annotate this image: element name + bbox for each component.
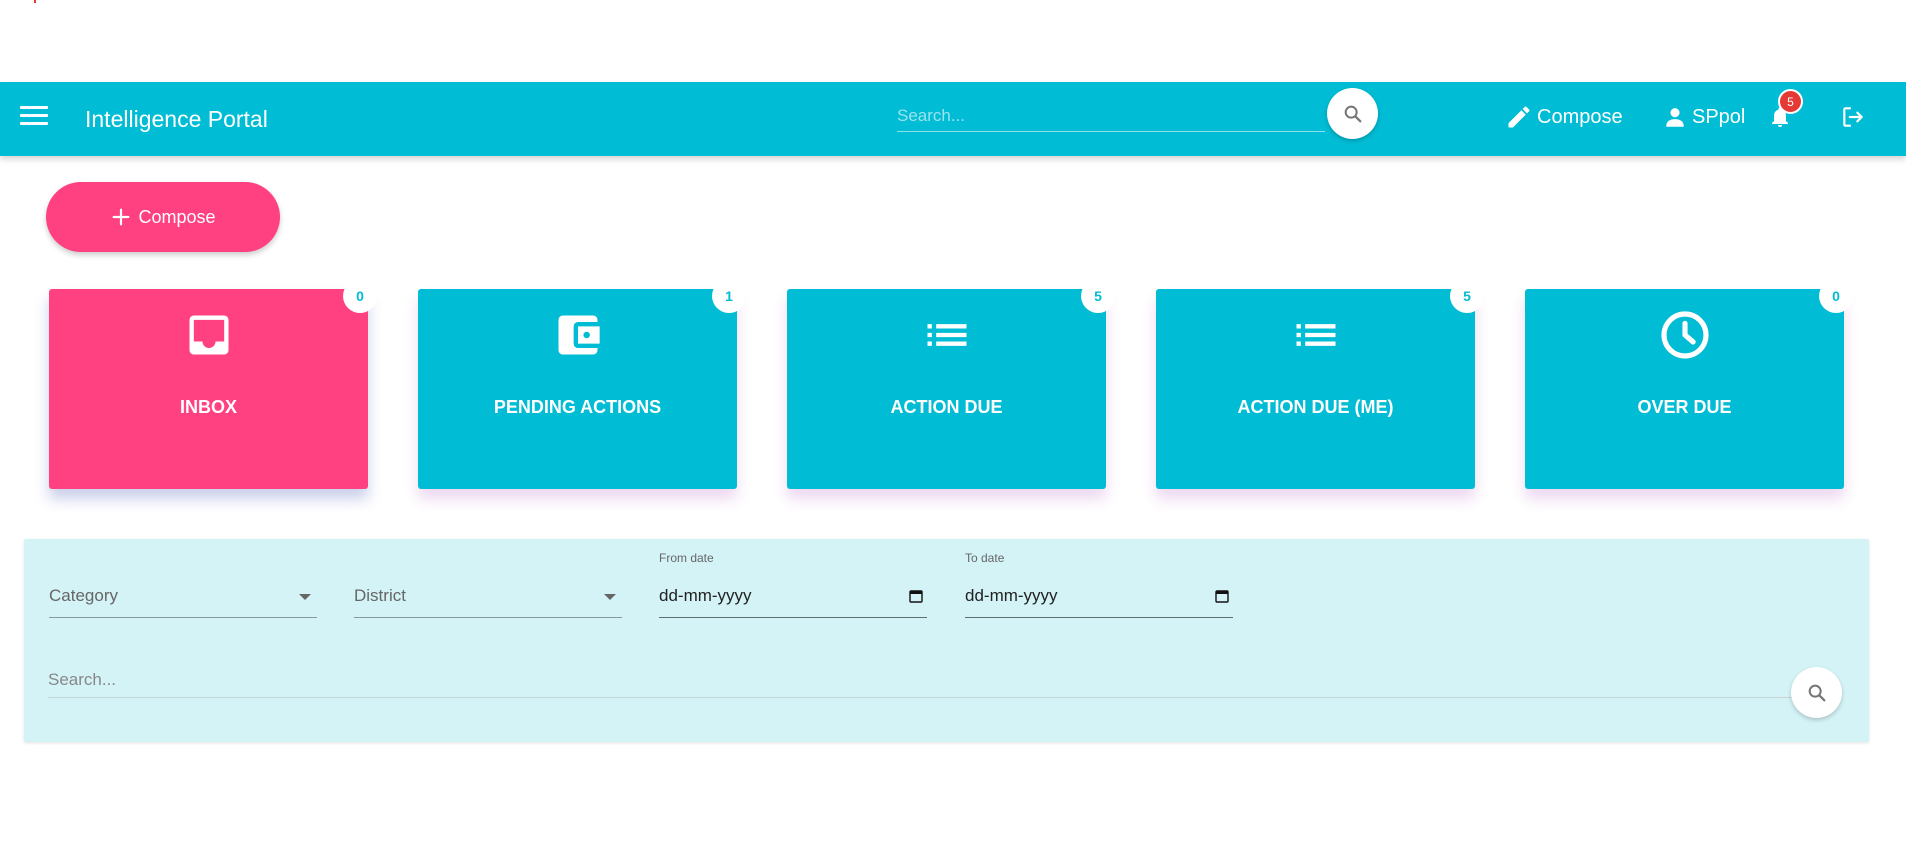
clock-icon bbox=[1660, 311, 1709, 359]
top-search-input[interactable] bbox=[897, 100, 1325, 132]
to-date-value: dd-mm-yyyy bbox=[965, 586, 1058, 605]
notification-badge: 5 bbox=[1778, 89, 1803, 114]
logout-button[interactable] bbox=[1840, 99, 1870, 135]
person-icon bbox=[1666, 108, 1684, 127]
dropdown-arrow-icon bbox=[299, 594, 311, 600]
tile-icon-wrap bbox=[1525, 307, 1844, 363]
category-select[interactable]: Category bbox=[49, 576, 317, 618]
menu-icon-bar bbox=[20, 122, 48, 125]
list-icon bbox=[927, 324, 966, 346]
tile-count-badge: 0 bbox=[1819, 279, 1853, 313]
tile-label: OVER DUE bbox=[1637, 397, 1732, 417]
search-icon bbox=[1808, 684, 1825, 701]
from-date-value: dd-mm-yyyy bbox=[659, 586, 752, 605]
compose-button-label: Compose bbox=[138, 206, 216, 227]
tile-label: ACTION DUE (ME) bbox=[1237, 397, 1394, 417]
from-date-label: From date bbox=[659, 551, 714, 565]
tile-label: PENDING ACTIONS bbox=[493, 397, 662, 417]
tile-pending-actions[interactable]: PENDING ACTIONS 1 bbox=[418, 279, 746, 489]
tile-label: INBOX bbox=[179, 397, 237, 417]
to-date-field[interactable]: To date dd-mm-yyyy bbox=[965, 551, 1233, 618]
tile-icon-wrap bbox=[1156, 307, 1475, 363]
tile-count-badge: 5 bbox=[1450, 279, 1484, 313]
tile-action-due[interactable]: ACTION DUE 5 bbox=[787, 279, 1115, 489]
tile-icon-wrap bbox=[418, 307, 737, 363]
tile-count-badge: 0 bbox=[343, 279, 377, 313]
app-title: Intelligence Portal bbox=[85, 106, 268, 132]
logout-icon bbox=[1843, 107, 1863, 127]
district-select[interactable]: District bbox=[354, 576, 622, 618]
tile-inbox[interactable]: INBOX 0 bbox=[49, 279, 377, 489]
plus-icon bbox=[113, 208, 130, 226]
wallet-icon bbox=[558, 315, 600, 355]
tile-icon-wrap bbox=[787, 307, 1106, 363]
user-menu[interactable]: SPpol bbox=[1662, 99, 1745, 135]
red-mark bbox=[34, 0, 36, 3]
menu-button[interactable] bbox=[20, 104, 50, 134]
compose-button[interactable]: Compose bbox=[46, 182, 280, 252]
filter-search-button[interactable] bbox=[1791, 667, 1842, 718]
header-compose-label: Compose bbox=[1537, 105, 1623, 128]
list-icon bbox=[1296, 324, 1335, 346]
calendar-icon[interactable] bbox=[1215, 589, 1229, 603]
top-toolbar: Intelligence Portal Compose SPpol bbox=[0, 82, 1906, 156]
category-label: Category bbox=[49, 586, 118, 605]
top-search-button[interactable] bbox=[1327, 88, 1378, 139]
tile-icon-wrap bbox=[49, 307, 368, 363]
tile-over-due[interactable]: OVER DUE 0 bbox=[1525, 279, 1853, 489]
district-label: District bbox=[354, 586, 406, 605]
user-name: SPpol bbox=[1692, 105, 1746, 128]
tile-action-due-me[interactable]: ACTION DUE (ME) 5 bbox=[1156, 279, 1484, 489]
tile-count-badge: 1 bbox=[712, 279, 746, 313]
menu-icon-bar bbox=[20, 106, 48, 109]
from-date-field[interactable]: From date dd-mm-yyyy bbox=[659, 551, 927, 618]
tile-count-badge: 5 bbox=[1081, 279, 1115, 313]
tile-label: ACTION DUE bbox=[890, 397, 1003, 417]
menu-icon-bar bbox=[20, 114, 48, 117]
dropdown-arrow-icon bbox=[604, 594, 616, 600]
to-date-label: To date bbox=[965, 551, 1005, 565]
inbox-icon bbox=[189, 315, 228, 355]
filter-search-input[interactable] bbox=[48, 662, 1822, 698]
pencil-icon bbox=[1508, 106, 1530, 128]
calendar-icon[interactable] bbox=[909, 589, 923, 603]
filter-panel: Category District From date dd-mm-yyyy T… bbox=[24, 539, 1869, 742]
header-compose-link[interactable]: Compose bbox=[1505, 99, 1623, 135]
search-icon bbox=[1344, 105, 1361, 122]
